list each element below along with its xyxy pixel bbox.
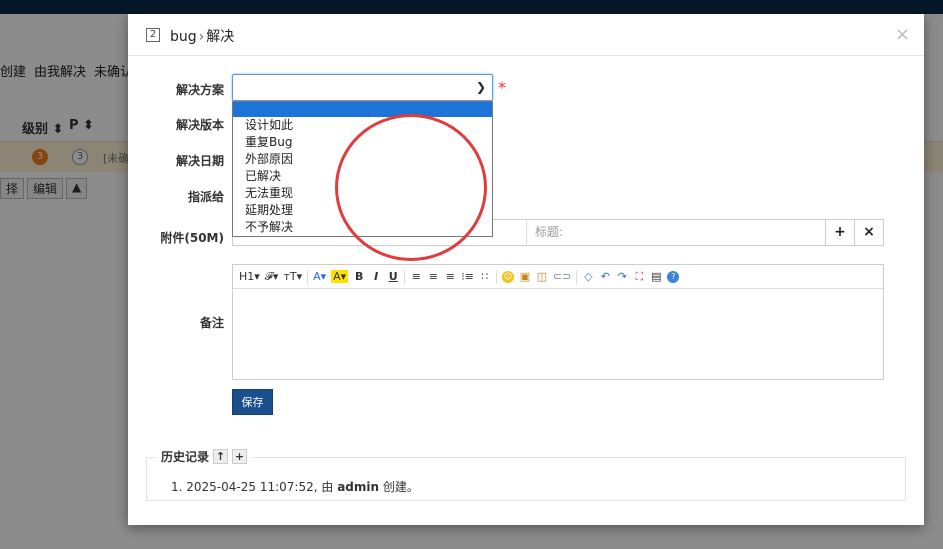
font-color-button[interactable]: A▾ — [313, 270, 326, 283]
plus-icon[interactable]: + — [232, 449, 248, 464]
close-icon[interactable]: × — [895, 24, 910, 45]
remove-attachment-button[interactable]: × — [854, 220, 883, 245]
heading-button[interactable]: H1▾ — [239, 270, 260, 283]
undo-icon[interactable]: ↶ — [599, 270, 611, 283]
align-right-icon[interactable]: ≡ — [444, 270, 456, 283]
history-index: 1. — [171, 480, 183, 494]
fullscreen-icon[interactable]: ⛶ — [633, 270, 645, 284]
history-title: 历史记录 — [161, 450, 210, 464]
modal-title: bug › 解决 — [170, 26, 234, 46]
toolbar-divider — [404, 269, 406, 284]
option-not-repro[interactable]: 无法重现 — [233, 185, 492, 202]
align-center-icon[interactable]: ≡ — [427, 270, 439, 283]
option-external[interactable]: 外部原因 — [233, 151, 492, 168]
option-wont-fix[interactable]: 不予解决 — [233, 219, 492, 236]
help-icon[interactable]: ? — [667, 270, 680, 283]
date-label: 解决日期 — [175, 154, 224, 168]
highlight-button[interactable]: A▾ — [331, 270, 349, 283]
toolbar-divider — [307, 269, 309, 284]
bug-id-badge: 2 — [146, 28, 160, 42]
option-postponed[interactable]: 延期处理 — [233, 202, 492, 219]
build-label: 解决版本 — [175, 118, 224, 132]
emoticon-icon[interactable]: ☺ — [501, 270, 514, 283]
save-button[interactable]: 保存 — [232, 389, 273, 415]
arrow-up-icon[interactable]: ↑ — [213, 449, 229, 464]
assign-label: 指派给 — [187, 190, 224, 204]
media-icon[interactable]: ◫ — [536, 270, 548, 283]
history-panel: 历史记录 ↑ + 1. 2025-04-25 11:07:52, 由 admin… — [146, 448, 906, 501]
toolbar-divider — [576, 269, 578, 284]
attachment-label: 附件(50M) — [160, 231, 224, 245]
comment-editor: H1▾ 𝓕▾ тT▾ A▾ A▾ B I U ≡ ≡ ≡ ⁝≡ ∷ ☺ ▣ ◫ … — [232, 264, 884, 380]
attachment-title-input[interactable]: 标题: — [526, 220, 826, 245]
history-legend: 历史记录 ↑ + — [157, 448, 252, 465]
redo-icon[interactable]: ↷ — [616, 270, 628, 283]
title-object: bug — [170, 29, 197, 45]
unordered-list-icon[interactable]: ∷ — [479, 270, 491, 283]
add-attachment-button[interactable]: + — [825, 220, 854, 245]
option-fixed[interactable]: 已解决 — [233, 168, 492, 185]
eraser-icon[interactable]: ◇ — [582, 270, 594, 283]
modal-header: 2 bug › 解决 × — [128, 14, 924, 56]
ordered-list-icon[interactable]: ⁝≡ — [461, 270, 474, 283]
history-action: 创建。 — [382, 480, 419, 494]
history-entry: 1. 2025-04-25 11:07:52, 由 admin 创建。 — [171, 478, 419, 495]
image-icon[interactable]: ▣ — [519, 270, 531, 283]
resolution-select[interactable]: ❯ — [232, 74, 493, 101]
toolbar-divider — [495, 269, 497, 284]
bold-button[interactable]: B — [353, 270, 365, 283]
breadcrumb-separator-icon: › — [198, 29, 205, 45]
chevron-down-icon: ❯ — [475, 80, 486, 94]
align-left-icon[interactable]: ≡ — [410, 270, 422, 283]
option-by-design[interactable]: 设计如此 — [233, 117, 492, 134]
resolve-bug-modal: 2 bug › 解决 × 解决方案 解决版本 解决日期 指派给 附件(50M) 备注… — [128, 14, 924, 525]
required-icon: * — [498, 78, 506, 97]
source-icon[interactable]: ▤ — [650, 270, 662, 283]
editor-toolbar: H1▾ 𝓕▾ тT▾ A▾ A▾ B I U ≡ ≡ ≡ ⁝≡ ∷ ☺ ▣ ◫ … — [233, 265, 883, 289]
history-user: admin — [337, 480, 380, 494]
comment-label: 备注 — [199, 316, 224, 330]
resolution-label: 解决方案 — [175, 83, 224, 97]
underline-button[interactable]: U — [387, 270, 399, 283]
link-icon[interactable]: ⊂⊃ — [553, 270, 571, 283]
resolution-dropdown: 设计如此 重复Bug 外部原因 已解决 无法重现 延期处理 不予解决 — [232, 101, 493, 237]
font-size-button[interactable]: тT▾ — [283, 270, 302, 283]
option-duplicate[interactable]: 重复Bug — [233, 134, 492, 151]
history-time: 2025-04-25 11:07:52, 由 — [186, 480, 334, 494]
title-action: 解决 — [206, 29, 235, 45]
font-family-button[interactable]: 𝓕▾ — [265, 270, 279, 284]
option-empty[interactable] — [233, 102, 492, 117]
italic-button[interactable]: I — [370, 270, 382, 283]
